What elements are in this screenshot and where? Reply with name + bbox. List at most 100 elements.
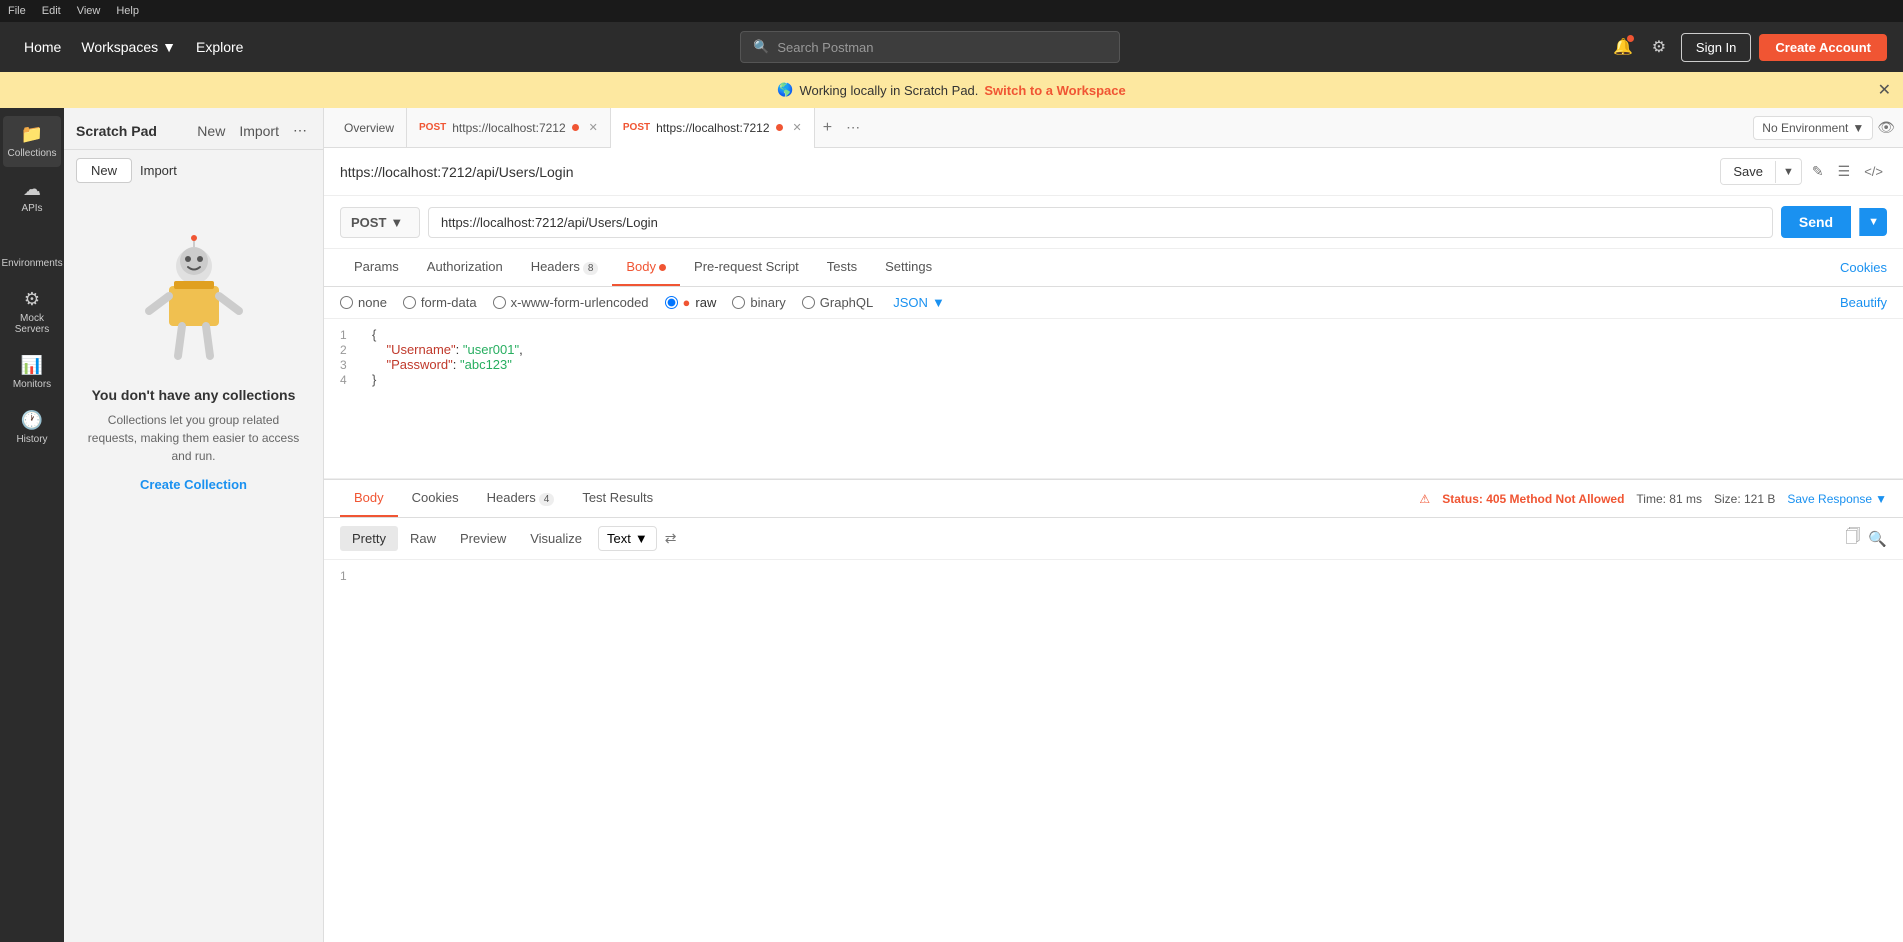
resp-tab-cookies[interactable]: Cookies — [398, 480, 473, 517]
sidebar-panel: Scratch Pad New Import ⋯ New Import — [64, 108, 324, 942]
monitors-icon: 📊 — [21, 355, 43, 376]
tab1-close[interactable]: ✕ — [589, 121, 598, 134]
save-main-btn[interactable]: Save — [1721, 159, 1775, 184]
notification-dot — [1627, 35, 1634, 42]
search-bar[interactable]: 🔍 Search Postman — [740, 31, 1120, 63]
import-btn[interactable]: Import — [235, 121, 283, 141]
mock-servers-label: Mock Servers — [7, 313, 57, 335]
nav-workspaces[interactable]: Workspaces ▼ — [73, 35, 184, 59]
env-eye-icon[interactable]: 👁 — [1877, 119, 1895, 136]
code-icon-button[interactable]: </> — [1860, 160, 1887, 183]
banner-text: Working locally in Scratch Pad. — [799, 83, 978, 98]
sign-in-button[interactable]: Sign In — [1681, 33, 1751, 62]
json-dropdown[interactable]: JSON ▼ — [893, 295, 945, 310]
code-editor[interactable]: 1 { 2 "Username": "user001", 3 "Password… — [324, 319, 1903, 479]
resp-body-tab-pretty[interactable]: Pretty — [340, 526, 398, 551]
tab2-url: https://localhost:7212 — [656, 121, 769, 135]
edit-icon-button[interactable]: ✎ — [1808, 159, 1828, 184]
req-tab-params[interactable]: Params — [340, 249, 413, 286]
resp-tab-body[interactable]: Body — [340, 480, 398, 517]
import-button[interactable]: Import — [140, 158, 177, 183]
nav-home[interactable]: Home — [16, 35, 69, 59]
env-selector-label: No Environment — [1762, 121, 1848, 135]
request-header: https://localhost:7212/api/Users/Login S… — [324, 148, 1903, 196]
body-type-raw[interactable]: ● raw — [665, 295, 717, 310]
resp-body-content: 1 — [324, 560, 1903, 942]
add-tab-button[interactable]: + — [815, 119, 840, 137]
body-type-none[interactable]: none — [340, 295, 387, 310]
search-response-icon[interactable]: 🔍 — [1868, 530, 1887, 548]
new-button[interactable]: New — [76, 158, 132, 183]
save-button[interactable]: Save ▼ — [1720, 158, 1802, 185]
req-tab-pre-request[interactable]: Pre-request Script — [680, 249, 813, 286]
search-placeholder: Search Postman — [777, 40, 873, 55]
req-tab-body[interactable]: Body — [612, 249, 680, 286]
method-chevron-icon: ▼ — [390, 215, 403, 230]
tabs-more-button[interactable]: ⋯ — [840, 119, 866, 136]
sidebar-header: Scratch Pad New Import ⋯ — [64, 108, 323, 150]
menu-bar: File Edit View Help — [0, 0, 1903, 22]
req-tab-tests[interactable]: Tests — [813, 249, 871, 286]
tab2-method: POST — [623, 122, 650, 133]
body-type-graphql[interactable]: GraphQL — [802, 295, 873, 310]
menu-help[interactable]: Help — [116, 5, 139, 17]
tab-2[interactable]: POST https://localhost:7212 ✕ — [611, 108, 815, 148]
resp-body-tab-raw[interactable]: Raw — [398, 526, 448, 551]
method-select[interactable]: POST ▼ — [340, 207, 420, 238]
response-size: Size: 121 B — [1714, 492, 1775, 506]
tab-overview[interactable]: Overview — [332, 108, 407, 148]
text-format-dropdown[interactable]: Text ▼ — [598, 526, 657, 551]
empty-illustration — [134, 231, 254, 371]
switch-workspace-link[interactable]: Switch to a Workspace — [984, 83, 1125, 98]
empty-collections-desc: Collections let you group related reques… — [84, 411, 303, 465]
body-type-binary[interactable]: binary — [732, 295, 785, 310]
wrap-icon[interactable]: ⇄ — [665, 530, 677, 547]
tab-1[interactable]: POST https://localhost:7212 ✕ — [407, 108, 611, 148]
menu-view[interactable]: View — [77, 5, 101, 17]
sidebar-item-collections[interactable]: 📁 Collections — [3, 116, 61, 167]
sidebar-item-monitors[interactable]: 📊 Monitors — [3, 347, 61, 398]
sidebar-item-environments[interactable]: ⹳ Environments — [3, 226, 61, 277]
code-content-4: } — [372, 372, 376, 387]
tab2-close[interactable]: ✕ — [793, 121, 802, 134]
line-num-3: 3 — [340, 357, 356, 372]
gear-icon[interactable]: ⚙ — [1645, 33, 1673, 61]
header-actions: Save ▼ ✎ ☰ </> — [1720, 158, 1887, 185]
cookies-link[interactable]: Cookies — [1840, 260, 1887, 275]
preview-icon-button[interactable]: ☰ — [1834, 159, 1855, 184]
banner-close-button[interactable]: ✕ — [1878, 80, 1891, 100]
req-tab-settings[interactable]: Settings — [871, 249, 946, 286]
more-options-btn[interactable]: ⋯ — [289, 120, 311, 141]
headers-badge: 8 — [583, 262, 599, 275]
nav-explore[interactable]: Explore — [188, 35, 251, 59]
save-caret-btn[interactable]: ▼ — [1775, 161, 1801, 183]
resp-body-tab-visualize[interactable]: Visualize — [518, 526, 594, 551]
body-type-form-data[interactable]: form-data — [403, 295, 477, 310]
copy-icon[interactable]: 🗍 — [1845, 526, 1860, 551]
bell-icon[interactable]: 🔔 — [1609, 33, 1637, 61]
send-caret-button[interactable]: ▼ — [1859, 208, 1887, 236]
resp-tab-headers[interactable]: Headers4 — [473, 480, 569, 517]
resp-tab-test-results[interactable]: Test Results — [568, 480, 667, 517]
sidebar-item-apis[interactable]: ☁ APIs — [3, 171, 61, 222]
url-input[interactable] — [428, 207, 1773, 238]
beautify-button[interactable]: Beautify — [1840, 295, 1887, 310]
save-response-button[interactable]: Save Response ▼ — [1787, 492, 1887, 506]
send-button[interactable]: Send — [1781, 206, 1851, 238]
sidebar-item-mock-servers[interactable]: ⚙ Mock Servers — [3, 281, 61, 343]
req-tab-authorization[interactable]: Authorization — [413, 249, 517, 286]
create-account-button[interactable]: Create Account — [1759, 34, 1887, 61]
body-type-urlencoded[interactable]: x-www-form-urlencoded — [493, 295, 649, 310]
resp-body-tab-preview[interactable]: Preview — [448, 526, 518, 551]
tab2-unsaved-dot — [776, 124, 783, 131]
menu-edit[interactable]: Edit — [42, 5, 61, 17]
req-tab-headers[interactable]: Headers8 — [517, 249, 613, 286]
env-selector[interactable]: No Environment ▼ — [1753, 116, 1873, 140]
new-collection-btn[interactable]: New — [193, 121, 229, 141]
menu-file[interactable]: File — [8, 5, 26, 17]
sidebar-item-history[interactable]: 🕐 History — [3, 402, 61, 453]
tabs-bar: Overview POST https://localhost:7212 ✕ P… — [324, 108, 1903, 148]
code-content-2: "Username": "user001", — [372, 342, 523, 357]
tab1-method: POST — [419, 122, 446, 133]
create-collection-link[interactable]: Create Collection — [140, 477, 247, 492]
